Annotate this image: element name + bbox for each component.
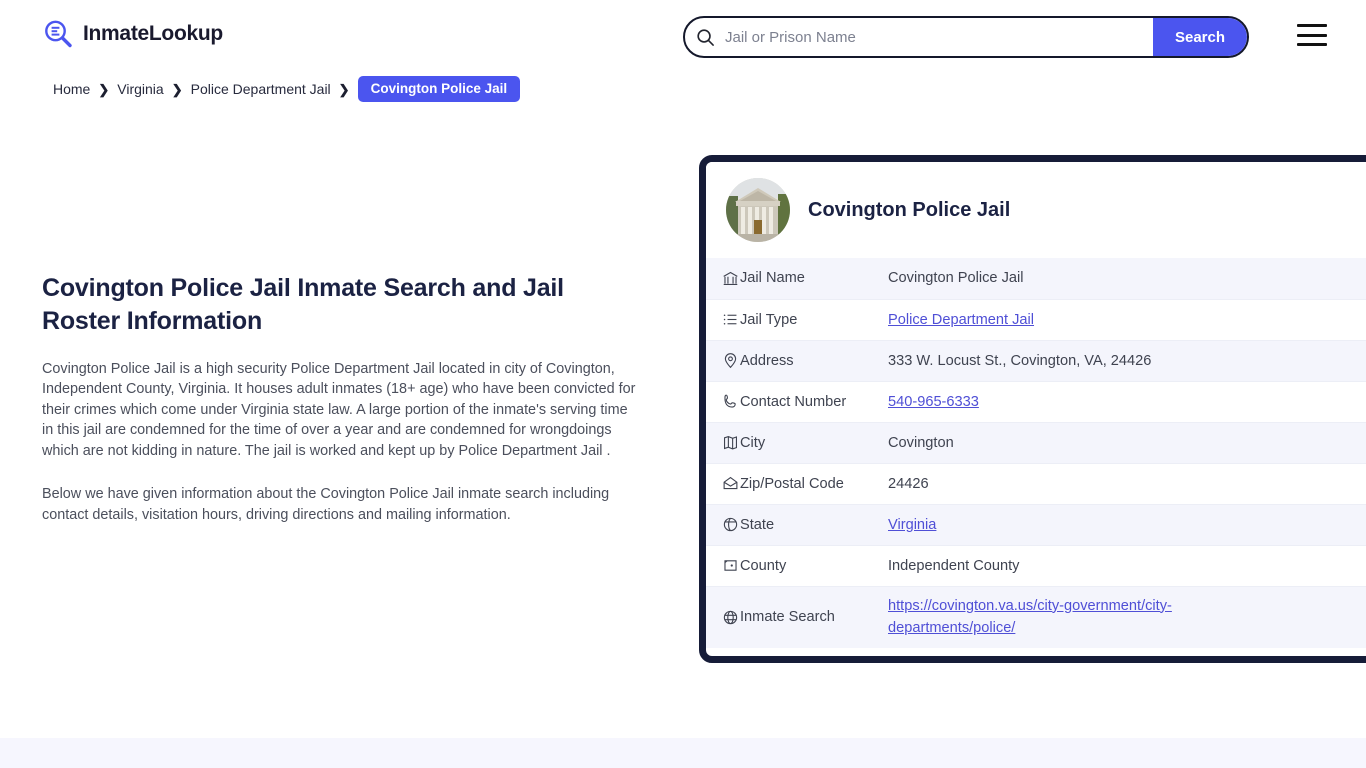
brand-name: InmateLookup: [83, 22, 223, 45]
row-value-link[interactable]: Virginia: [888, 517, 936, 533]
jail-details-table: Jail Name Covington Police Jail Jail Typ…: [706, 258, 1366, 648]
globe-grid-icon: [706, 585, 740, 648]
table-row: County Independent County: [706, 544, 1366, 586]
jail-info-card-header: Covington Police Jail: [706, 162, 1366, 258]
brand-logo[interactable]: InmateLookup: [42, 18, 223, 50]
hamburger-line: [1297, 24, 1327, 27]
table-row: Zip/Postal Code 24426: [706, 462, 1366, 504]
search-list-logo-icon: [42, 18, 74, 50]
map-pin-icon: [706, 339, 740, 381]
hamburger-menu-icon[interactable]: [1297, 24, 1327, 46]
row-value: Police Department Jail: [888, 298, 1366, 340]
breadcrumb-item-virginia[interactable]: Virginia: [117, 81, 163, 97]
jail-info-card: Covington Police Jail Jail Name Covingto…: [699, 155, 1366, 663]
row-value-link[interactable]: https://covington.va.us/city-government/…: [888, 595, 1238, 640]
row-value: 24426: [888, 462, 1366, 504]
table-row: Inmate Search https://covington.va.us/ci…: [706, 585, 1366, 648]
main-content-column: Covington Police Jail Inmate Search and …: [42, 272, 638, 525]
breadcrumb-item-current: Covington Police Jail: [357, 76, 521, 102]
row-label: Jail Type: [740, 298, 888, 340]
row-label: Zip/Postal Code: [740, 462, 888, 504]
courthouse-building-photo: [726, 178, 790, 242]
chevron-right-icon: ❯: [171, 81, 183, 97]
phone-icon: [706, 380, 740, 422]
row-label: Address: [740, 339, 888, 381]
row-label: State: [740, 503, 888, 545]
hamburger-line: [1297, 33, 1327, 37]
row-value-link[interactable]: Police Department Jail: [888, 312, 1034, 328]
search-bar[interactable]: Search: [683, 16, 1249, 58]
row-value: 540-965-6333: [888, 380, 1366, 422]
map-icon: [706, 421, 740, 463]
list-icon: [706, 298, 740, 340]
row-value: Covington: [888, 421, 1366, 463]
description-paragraph-1: Covington Police Jail is a high security…: [42, 361, 636, 459]
table-row: City Covington: [706, 421, 1366, 463]
page-root: InmateLookup Search Home ❯ Virginia ❯ Po…: [0, 0, 1366, 768]
chevron-right-icon: ❯: [98, 81, 110, 97]
hamburger-line: [1297, 43, 1327, 46]
search-input[interactable]: [725, 18, 1153, 56]
row-label: City: [740, 421, 888, 463]
footer-band: [0, 738, 1366, 768]
breadcrumb: Home ❯ Virginia ❯ Police Department Jail…: [53, 76, 521, 102]
table-row: State Virginia: [706, 503, 1366, 545]
page-title: Covington Police Jail Inmate Search and …: [42, 274, 564, 335]
site-header: InmateLookup Search: [0, 0, 1366, 74]
row-value: Covington Police Jail: [888, 270, 1024, 287]
search-button[interactable]: Search: [1153, 18, 1247, 56]
row-value-link[interactable]: 540-965-6333: [888, 394, 979, 410]
envelope-icon: [706, 462, 740, 504]
row-value: 333 W. Locust St., Covington, VA, 24426: [888, 339, 1366, 381]
row-value: https://covington.va.us/city-government/…: [888, 585, 1366, 648]
row-label: Jail Name: [740, 270, 805, 287]
row-label: Contact Number: [740, 380, 888, 422]
row-value: Virginia: [888, 503, 1366, 545]
globe-meridian-icon: [706, 503, 740, 545]
row-value: Independent County: [888, 544, 1366, 586]
description-paragraph-2: Below we have given information about th…: [42, 486, 610, 523]
bank-building-icon: [706, 258, 740, 299]
row-label: Inmate Search: [740, 585, 888, 648]
table-row: Contact Number 540-965-6333: [706, 380, 1366, 422]
county-badge-icon: [706, 544, 740, 586]
chevron-right-icon: ❯: [338, 81, 350, 97]
search-icon: [685, 18, 725, 56]
row-label: County: [740, 544, 888, 586]
jail-info-card-title: Covington Police Jail: [808, 198, 1011, 221]
breadcrumb-item-home[interactable]: Home: [53, 81, 90, 97]
table-row: Address 333 W. Locust St., Covington, VA…: [706, 339, 1366, 381]
table-row: Jail Type Police Department Jail: [706, 298, 1366, 340]
table-row: Jail Name Covington Police Jail: [706, 258, 1366, 299]
breadcrumb-item-police-department-jail[interactable]: Police Department Jail: [191, 81, 331, 97]
